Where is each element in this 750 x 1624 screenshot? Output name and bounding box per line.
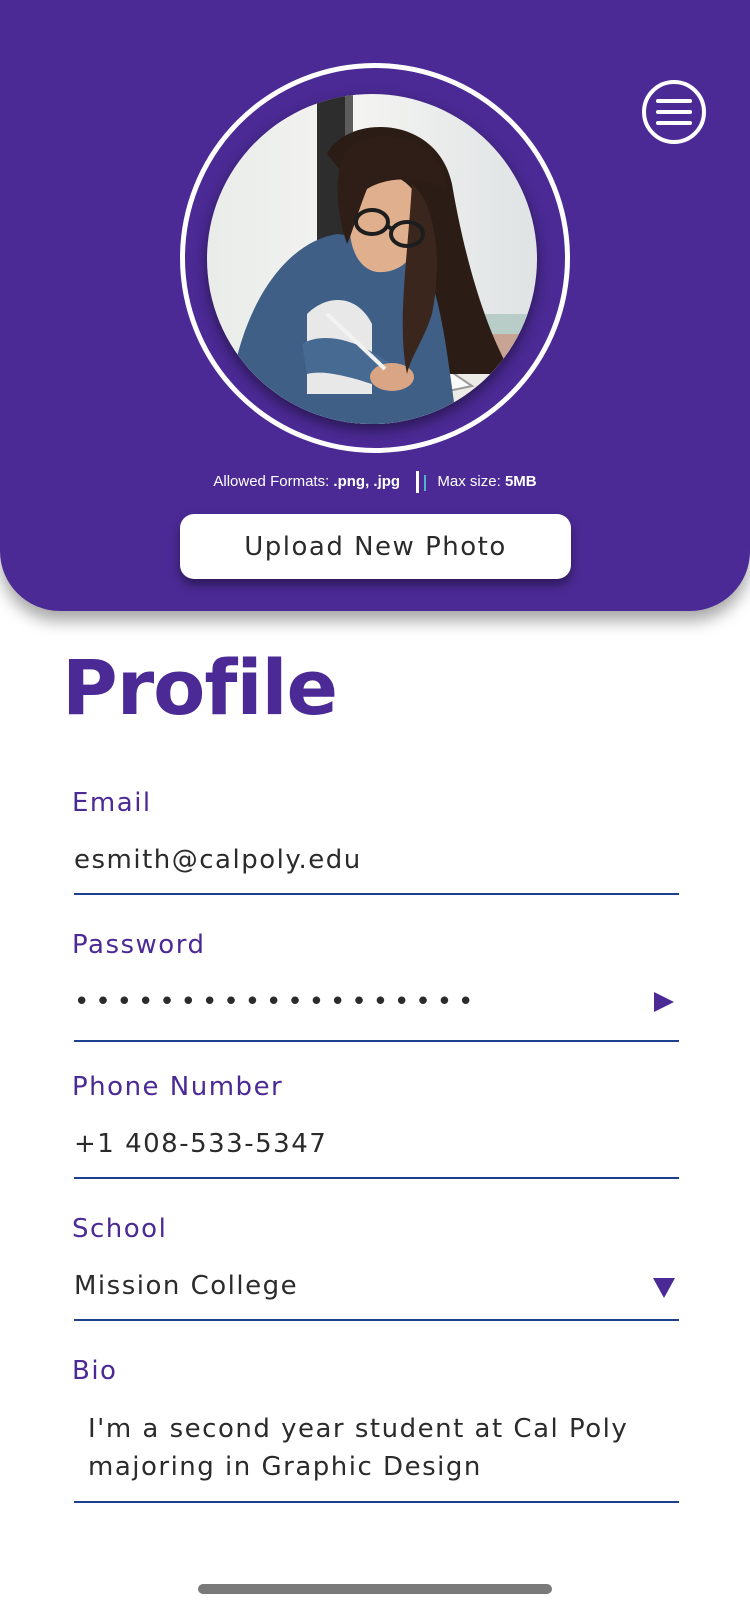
menu-button[interactable] [642,80,706,144]
hamburger-menu-icon [656,99,692,125]
max-size-value: 5MB [504,473,537,490]
home-indicator[interactable] [198,1584,552,1594]
school-select[interactable]: Mission College [74,1269,674,1303]
password-field[interactable]: ••••••••••••••••••• [74,985,674,1019]
email-underline [74,893,679,895]
formats-value: .png, .jpg [333,473,401,490]
bio-textarea[interactable]: I'm a second year student at Cal Poly ma… [88,1410,668,1486]
formats-label: Allowed Formats: [213,473,330,490]
school-label: School [72,1214,168,1244]
phone-field[interactable]: +1 408-533-5347 [74,1127,674,1161]
email-field[interactable]: esmith@calpoly.edu [74,843,674,877]
profile-header: Allowed Formats: .png, .jpg Max size: 5M… [0,0,750,611]
max-size-label: Max size: [437,473,501,490]
page-title: Profile [62,643,338,732]
chevron-down-icon[interactable] [652,1277,676,1299]
phone-label: Phone Number [72,1072,284,1102]
upload-requirements: Allowed Formats: .png, .jpg Max size: 5M… [0,470,750,494]
bio-label: Bio [72,1356,118,1386]
bio-underline [74,1501,679,1503]
play-triangle-icon[interactable] [652,990,676,1014]
upload-new-photo-button[interactable]: Upload New Photo [180,514,571,579]
password-underline [74,1040,679,1042]
phone-underline [74,1177,679,1179]
avatar[interactable] [207,94,537,424]
school-underline [74,1319,679,1321]
profile-photo-image [207,94,537,424]
email-label: Email [72,788,152,818]
divider [416,471,427,494]
password-label: Password [72,930,206,960]
